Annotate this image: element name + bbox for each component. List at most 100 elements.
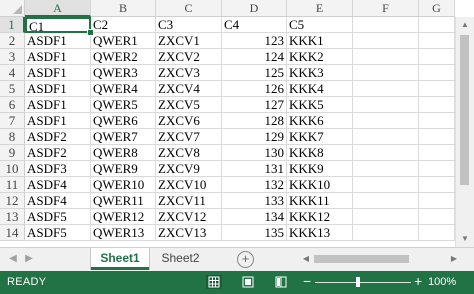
cell-g2[interactable] — [419, 33, 455, 49]
cell-b9[interactable]: QWER8 — [91, 145, 156, 161]
cell-f6[interactable] — [353, 97, 419, 113]
row-header-4[interactable]: 4 — [0, 65, 25, 81]
cell-c7[interactable]: ZXCV6 — [156, 113, 222, 129]
page-layout-view-icon[interactable] — [240, 275, 256, 289]
select-all-corner[interactable] — [0, 0, 25, 17]
cell-b6[interactable]: QWER5 — [91, 97, 156, 113]
vertical-scroll-thumb[interactable] — [460, 35, 469, 185]
cell-a5[interactable]: ASDF1 — [25, 81, 91, 97]
cell-f14[interactable] — [353, 225, 419, 241]
cell-d3[interactable]: 124 — [222, 49, 287, 65]
cell-d8[interactable]: 129 — [222, 129, 287, 145]
cell-b1[interactable]: C2 — [91, 17, 156, 33]
cell-b14[interactable]: QWER13 — [91, 225, 156, 241]
cell-b8[interactable]: QWER7 — [91, 129, 156, 145]
cell-c11[interactable]: ZXCV10 — [156, 177, 222, 193]
cell-c8[interactable]: ZXCV7 — [156, 129, 222, 145]
cell-b2[interactable]: QWER1 — [91, 33, 156, 49]
row-header-9[interactable]: 9 — [0, 145, 25, 161]
cell-b13[interactable]: QWER12 — [91, 209, 156, 225]
cell-c10[interactable]: ZXCV9 — [156, 161, 222, 177]
cell-e8[interactable]: KKK7 — [287, 129, 353, 145]
add-sheet-icon[interactable]: + — [237, 251, 254, 268]
cell-f3[interactable] — [353, 49, 419, 65]
row-header-2[interactable]: 2 — [0, 33, 25, 49]
cell-g14[interactable] — [419, 225, 455, 241]
cell-b12[interactable]: QWER11 — [91, 193, 156, 209]
cell-a4[interactable]: ASDF1 — [25, 65, 91, 81]
cell-e14[interactable]: KKK13 — [287, 225, 353, 241]
cell-f7[interactable] — [353, 113, 419, 129]
cell-d4[interactable]: 125 — [222, 65, 287, 81]
row-header-12[interactable]: 12 — [0, 193, 25, 209]
cell-g4[interactable] — [419, 65, 455, 81]
cell-g9[interactable] — [419, 145, 455, 161]
cell-c5[interactable]: ZXCV4 — [156, 81, 222, 97]
cell-c2[interactable]: ZXCV1 — [156, 33, 222, 49]
cell-f2[interactable] — [353, 33, 419, 49]
cell-a10[interactable]: ASDF3 — [25, 161, 91, 177]
cell-d13[interactable]: 134 — [222, 209, 287, 225]
cell-e13[interactable]: KKK12 — [287, 209, 353, 225]
cell-f8[interactable] — [353, 129, 419, 145]
cell-a12[interactable]: ASDF4 — [25, 193, 91, 209]
zoom-out-button[interactable]: − — [303, 274, 311, 288]
row-header-5[interactable]: 5 — [0, 81, 25, 97]
cell-e6[interactable]: KKK5 — [287, 97, 353, 113]
cell-f11[interactable] — [353, 177, 419, 193]
cell-g1[interactable] — [419, 17, 455, 33]
row-header-6[interactable]: 6 — [0, 97, 25, 113]
cell-g5[interactable] — [419, 81, 455, 97]
fill-handle[interactable] — [87, 29, 94, 36]
row-header-10[interactable]: 10 — [0, 161, 25, 177]
cell-f4[interactable] — [353, 65, 419, 81]
cell-f9[interactable] — [353, 145, 419, 161]
cell-f5[interactable] — [353, 81, 419, 97]
row-header-1[interactable]: 1 — [0, 17, 25, 33]
column-header-b[interactable]: B — [91, 0, 156, 17]
cell-a2[interactable]: ASDF1 — [25, 33, 91, 49]
cell-e3[interactable]: KKK2 — [287, 49, 353, 65]
cell-a8[interactable]: ASDF2 — [25, 129, 91, 145]
cell-e2[interactable]: KKK1 — [287, 33, 353, 49]
row-header-3[interactable]: 3 — [0, 49, 25, 65]
row-header-14[interactable]: 14 — [0, 225, 25, 241]
cell-e12[interactable]: KKK11 — [287, 193, 353, 209]
cell-a9[interactable]: ASDF2 — [25, 145, 91, 161]
cell-g11[interactable] — [419, 177, 455, 193]
cell-g7[interactable] — [419, 113, 455, 129]
normal-view-icon[interactable] — [206, 275, 222, 289]
cell-e1[interactable]: C5 — [287, 17, 353, 33]
cell-a14[interactable]: ASDF5 — [25, 225, 91, 241]
cell-d6[interactable]: 127 — [222, 97, 287, 113]
row-header-8[interactable]: 8 — [0, 129, 25, 145]
zoom-level[interactable]: 100% — [428, 276, 456, 288]
cell-g3[interactable] — [419, 49, 455, 65]
cell-c6[interactable]: ZXCV5 — [156, 97, 222, 113]
cell-d12[interactable]: 133 — [222, 193, 287, 209]
cell-d2[interactable]: 123 — [222, 33, 287, 49]
zoom-slider-track[interactable] — [315, 282, 411, 283]
cell-a11[interactable]: ASDF4 — [25, 177, 91, 193]
column-header-a[interactable]: A — [25, 0, 91, 17]
cell-c1[interactable]: C3 — [156, 17, 222, 33]
prev-sheet-arrow-icon[interactable]: ◀ — [6, 251, 20, 267]
zoom-slider-thumb[interactable] — [356, 277, 360, 287]
zoom-in-button[interactable]: + — [414, 274, 422, 288]
cell-b4[interactable]: QWER3 — [91, 65, 156, 81]
column-header-g[interactable]: G — [419, 0, 455, 17]
page-break-preview-icon[interactable] — [273, 275, 289, 289]
cell-g12[interactable] — [419, 193, 455, 209]
row-header-11[interactable]: 11 — [0, 177, 25, 193]
cell-d7[interactable]: 128 — [222, 113, 287, 129]
cell-c4[interactable]: ZXCV3 — [156, 65, 222, 81]
column-header-c[interactable]: C — [156, 0, 222, 17]
cell-c14[interactable]: ZXCV13 — [156, 225, 222, 241]
cell-c3[interactable]: ZXCV2 — [156, 49, 222, 65]
next-sheet-arrow-icon[interactable]: ▶ — [22, 251, 36, 267]
cell-d11[interactable]: 132 — [222, 177, 287, 193]
cell-g8[interactable] — [419, 129, 455, 145]
cell-g6[interactable] — [419, 97, 455, 113]
column-header-f[interactable]: F — [353, 0, 419, 17]
scroll-left-arrow-icon[interactable]: ◀ — [300, 252, 312, 266]
